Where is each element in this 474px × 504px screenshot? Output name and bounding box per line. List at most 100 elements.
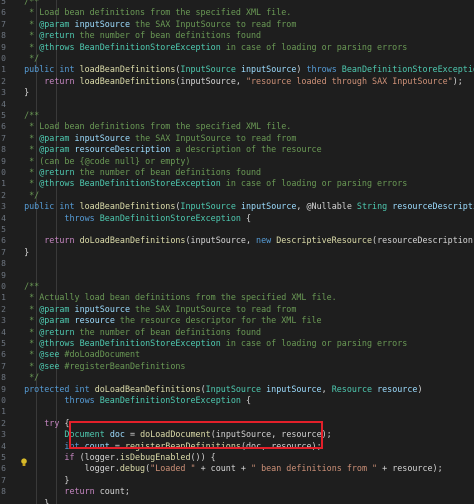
code-text: * @return the number of bean definitions… xyxy=(14,30,261,41)
code-token: @param xyxy=(39,144,70,155)
code-token: (logger. xyxy=(79,452,120,462)
code-token: resource xyxy=(74,315,115,326)
code-line[interactable]: 5 * @throws BeanDefinitionStoreException… xyxy=(0,338,474,349)
code-text: */ xyxy=(14,372,39,383)
code-line[interactable]: 5 xyxy=(0,224,474,235)
code-line[interactable]: 8 */ xyxy=(0,372,474,383)
code-token: try xyxy=(44,417,65,428)
code-line[interactable]: 1 public int loadBeanDefinitions(InputSo… xyxy=(0,64,474,75)
code-token: public xyxy=(14,64,60,75)
code-line[interactable]: 7 * @param inputSource the SAX InputSour… xyxy=(0,19,474,30)
code-text: public int loadBeanDefinitions(InputSour… xyxy=(14,201,474,212)
code-token: @see xyxy=(39,349,60,360)
code-token: doLoadBeanDefinitions xyxy=(79,235,186,246)
code-line[interactable]: 2 */ xyxy=(0,190,474,201)
code-token: (inputSource, xyxy=(185,235,257,246)
code-text: if (logger.isDebugEnabled()) { xyxy=(14,452,215,463)
code-line[interactable]: 5 /** xyxy=(0,110,474,121)
code-text: * @throws BeanDefinitionStoreException i… xyxy=(14,178,407,189)
code-line[interactable]: 2 * @param inputSource the SAX InputSour… xyxy=(0,304,474,315)
code-token: the SAX InputSource to read from xyxy=(130,18,297,29)
code-line[interactable]: 4 * @return the number of bean definitio… xyxy=(0,327,474,338)
line-number: 7 xyxy=(1,475,6,485)
code-token: #doLoadDocument xyxy=(59,349,141,360)
line-number: 6 xyxy=(1,236,6,246)
code-line[interactable]: 9 xyxy=(0,270,474,281)
code-line[interactable]: 2 return loadBeanDefinitions(inputSource… xyxy=(0,76,474,87)
code-line[interactable]: 5 if (logger.isDebugEnabled()) { xyxy=(0,452,474,463)
code-token: (resourceDescription)); xyxy=(372,235,474,246)
line-number: 3 xyxy=(1,430,6,440)
code-text: * Load bean definitions from the specifi… xyxy=(14,7,291,18)
code-token: throws xyxy=(64,212,100,223)
code-line[interactable]: 6 * @see #doLoadDocument xyxy=(0,349,474,360)
code-line[interactable]: 3 * @param resource the resource descrip… xyxy=(0,315,474,326)
code-text: * @param inputSource the SAX InputSource… xyxy=(14,133,296,144)
code-line[interactable]: 6 * Load bean definitions from the speci… xyxy=(0,121,474,132)
code-line[interactable]: 0 throws BeanDefinitionStoreException { xyxy=(0,395,474,406)
code-line[interactable]: 1 * Actually load bean definitions from … xyxy=(0,292,474,303)
code-token: * Load bean definitions from the specifi… xyxy=(14,121,292,132)
code-token: inputSource xyxy=(240,64,297,75)
code-line[interactable]: 6 * Load bean definitions from the speci… xyxy=(0,7,474,18)
code-line[interactable]: } xyxy=(0,498,474,504)
code-token: } xyxy=(14,246,30,257)
code-token: * xyxy=(14,167,40,177)
line-number: 3 xyxy=(1,202,6,212)
code-line[interactable]: 4 xyxy=(0,99,474,110)
code-token: InputSource xyxy=(180,64,241,75)
code-text: throws BeanDefinitionStoreException { xyxy=(14,395,251,406)
code-line[interactable]: 9 protected int doLoadBeanDefinitions(In… xyxy=(0,384,474,395)
code-line[interactable]: 0 * @return the number of bean definitio… xyxy=(0,167,474,178)
code-line[interactable]: 7 } xyxy=(0,475,474,486)
line-number: 5 xyxy=(1,0,6,6)
code-line[interactable]: 6 return doLoadBeanDefinitions(inputSour… xyxy=(0,235,474,246)
lightbulb-icon[interactable] xyxy=(20,458,28,467)
code-line[interactable]: 1 * @throws BeanDefinitionStoreException… xyxy=(0,178,474,189)
highlight-box xyxy=(69,421,323,449)
line-number: 7 xyxy=(1,19,6,29)
code-line[interactable]: 6 logger.debug("Loaded " + count + " bea… xyxy=(0,463,474,474)
code-line[interactable]: 4 throws BeanDefinitionStoreException { xyxy=(0,213,474,224)
code-text: /** xyxy=(14,281,39,292)
code-token: @return xyxy=(39,326,75,337)
code-line[interactable]: 3 public int loadBeanDefinitions(InputSo… xyxy=(0,201,474,212)
code-token: /** xyxy=(14,110,40,120)
code-line[interactable]: 3 } xyxy=(0,87,474,98)
code-line[interactable]: 8 * @return the number of bean definitio… xyxy=(0,30,474,41)
code-text: try { xyxy=(14,418,69,429)
code-token: DescriptiveResource xyxy=(276,235,373,246)
code-text: * @param inputSource the SAX InputSource… xyxy=(14,19,296,30)
code-line[interactable]: 9 * @throws BeanDefinitionStoreException… xyxy=(0,42,474,53)
code-token: * xyxy=(14,326,40,337)
code-token: } xyxy=(14,87,30,98)
code-line[interactable]: 9 * (can be {@code null} or empty) xyxy=(0,156,474,167)
code-line[interactable]: 0 */ xyxy=(0,53,474,64)
code-token: ) xyxy=(296,64,307,75)
line-number: 9 xyxy=(1,384,6,394)
code-line[interactable]: 7 } xyxy=(0,247,474,258)
code-line[interactable]: 8 return count; xyxy=(0,486,474,497)
code-line[interactable]: 1 xyxy=(0,406,474,417)
code-line[interactable]: 5 /** xyxy=(0,0,474,7)
code-token: BeanDefinitionStoreException xyxy=(79,338,221,348)
code-text: * @return the number of bean definitions… xyxy=(14,327,261,338)
code-line[interactable]: 8 xyxy=(0,258,474,269)
code-token: * xyxy=(14,303,40,314)
code-text: } xyxy=(14,87,29,98)
code-line[interactable]: 7 * @param inputSource the SAX InputSour… xyxy=(0,133,474,144)
code-line[interactable]: 7 * @see #registerBeanDefinitions xyxy=(0,361,474,372)
code-token: count; xyxy=(99,486,130,497)
code-line[interactable]: 0 /** xyxy=(0,281,474,292)
code-token: /** xyxy=(14,281,40,291)
code-token: in case of loading or parsing errors xyxy=(220,41,408,52)
code-line[interactable]: 8 * @param resourceDescription a descrip… xyxy=(0,144,474,155)
code-text: */ xyxy=(14,190,39,201)
line-number: 7 xyxy=(1,247,6,257)
code-text: */ xyxy=(14,53,39,64)
code-editor[interactable]: 5 /** 6 * Load bean definitions from the … xyxy=(0,0,474,504)
code-token: * xyxy=(14,144,40,155)
code-token: * xyxy=(14,41,40,52)
